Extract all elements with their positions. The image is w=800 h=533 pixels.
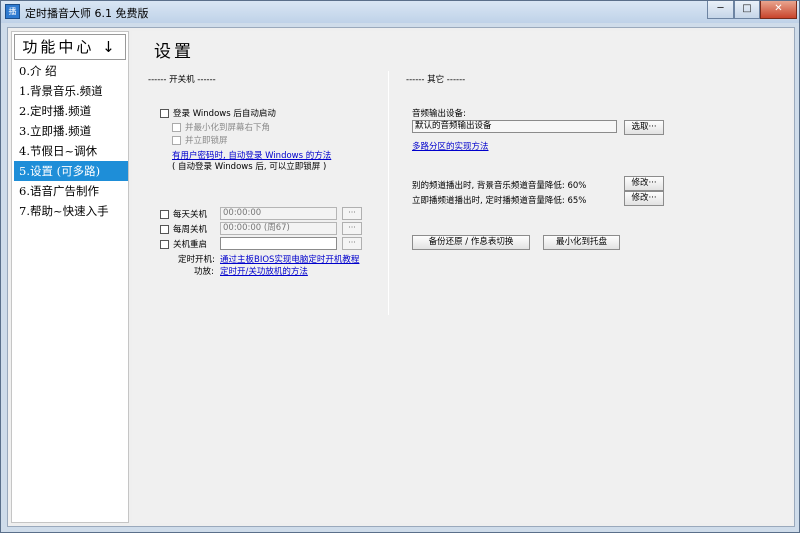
- power-group-label: ------ 开关机 ------: [148, 75, 216, 85]
- select-device-button[interactable]: 选取···: [624, 120, 664, 135]
- sidebar-item-holidays[interactable]: 4.节假日~调休: [14, 141, 128, 161]
- checkbox-icon: [160, 239, 169, 249]
- checkbox-icon: [172, 122, 181, 132]
- minimize-button[interactable]: ─: [707, 1, 734, 19]
- checkbox-icon: [160, 108, 169, 118]
- window-title: 定时播音大师 6.1 免费版: [25, 7, 149, 20]
- sidebar-menu: 0.介 绍 1.背景音乐.频道 2.定时播.频道 3.立即播.频道 4.节假日~…: [14, 61, 128, 221]
- amplifier-label: 功放:: [194, 267, 214, 277]
- client-area: 功能中心 ↓ 0.介 绍 1.背景音乐.频道 2.定时播.频道 3.立即播.频道…: [7, 27, 795, 527]
- restart-time[interactable]: [220, 237, 337, 250]
- sidebar-item-intro[interactable]: 0.介 绍: [14, 61, 128, 81]
- weekly-shutdown-label: 每周关机: [173, 225, 208, 235]
- daily-shutdown-checkbox[interactable]: 每天关机: [160, 208, 207, 220]
- sidebar-item-scheduled[interactable]: 2.定时播.频道: [14, 101, 128, 121]
- settings-panel: 设置 ------ 开关机 ------ ------ 其它 ------ 登录…: [132, 31, 792, 523]
- daily-shutdown-time[interactable]: 00:00:00: [220, 207, 337, 220]
- audio-device-label: 音频输出设备:: [412, 109, 466, 119]
- divider: [388, 71, 389, 315]
- app-icon: 播: [5, 4, 20, 19]
- multi-zone-link[interactable]: 多路分区的实现方法: [412, 140, 489, 152]
- function-center-title[interactable]: 功能中心 ↓: [14, 34, 126, 60]
- daily-shutdown-button[interactable]: ···: [342, 207, 362, 220]
- lock-checkbox[interactable]: 并立即锁屏: [172, 134, 228, 146]
- checkbox-icon: [160, 224, 169, 234]
- arrow-down-icon: ↓: [102, 38, 118, 56]
- daily-shutdown-label: 每天关机: [173, 210, 208, 220]
- function-center-label: 功能中心: [22, 38, 95, 56]
- title-bar[interactable]: 播 定时播音大师 6.1 免费版 ─ □ ✕: [1, 1, 799, 23]
- weekly-shutdown-button[interactable]: ···: [342, 222, 362, 235]
- sidebar-item-settings[interactable]: 5.设置 (可多路): [14, 161, 128, 181]
- sidebar-item-instant[interactable]: 3.立即播.频道: [14, 121, 128, 141]
- restart-button[interactable]: ···: [342, 237, 362, 250]
- autologin-note: ( 自动登录 Windows 后, 可以立即锁屏 ): [172, 162, 327, 172]
- minimize-checkbox[interactable]: 并最小化到屏幕右下角: [172, 121, 270, 133]
- autologin-label: 登录 Windows 后自动启动: [173, 109, 276, 119]
- maximize-button[interactable]: □: [734, 1, 760, 19]
- weekly-shutdown-time[interactable]: 00:00:00 (周67): [220, 222, 337, 235]
- close-button[interactable]: ✕: [760, 1, 797, 19]
- lock-label: 并立即锁屏: [185, 136, 228, 146]
- boot-label: 定时开机:: [178, 255, 215, 265]
- backup-restore-button[interactable]: 备份还原 / 作息表切换: [412, 235, 530, 250]
- bg-volume-label: 别的频道播出时, 背景音乐频道音量降低: 60%: [412, 181, 587, 191]
- amplifier-link[interactable]: 定时开/关功放机的方法: [220, 265, 308, 277]
- page-title: 设置: [154, 42, 194, 62]
- app-window: 播 定时播音大师 6.1 免费版 ─ □ ✕ 功能中心 ↓ 0.介 绍 1.背景…: [0, 0, 800, 533]
- restart-label: 关机重启: [173, 240, 208, 250]
- minimize-label: 并最小化到屏幕右下角: [185, 123, 271, 133]
- autologin-checkbox[interactable]: 登录 Windows 后自动启动: [160, 107, 276, 119]
- restart-checkbox[interactable]: 关机重启: [160, 238, 207, 250]
- sidebar-item-voice-ads[interactable]: 6.语音广告制作: [14, 181, 128, 201]
- bios-boot-link[interactable]: 通过主板BIOS实现电脑定时开机教程: [220, 253, 359, 265]
- scheduled-volume-edit-button[interactable]: 修改···: [624, 191, 664, 206]
- bg-volume-edit-button[interactable]: 修改···: [624, 176, 664, 191]
- sidebar-item-background-music[interactable]: 1.背景音乐.频道: [14, 81, 128, 101]
- sidebar-item-help[interactable]: 7.帮助~快速入手: [14, 201, 128, 221]
- sidebar: 功能中心 ↓ 0.介 绍 1.背景音乐.频道 2.定时播.频道 3.立即播.频道…: [11, 31, 129, 523]
- audio-device-field[interactable]: 默认的音频输出设备: [412, 120, 617, 133]
- checkbox-icon: [172, 135, 181, 145]
- other-group-label: ------ 其它 ------: [406, 75, 466, 85]
- minimize-to-tray-button[interactable]: 最小化到托盘: [543, 235, 620, 250]
- checkbox-icon: [160, 209, 169, 219]
- scheduled-volume-label: 立即播频道播出时, 定时播频道音量降低: 65%: [412, 196, 587, 206]
- weekly-shutdown-checkbox[interactable]: 每周关机: [160, 223, 207, 235]
